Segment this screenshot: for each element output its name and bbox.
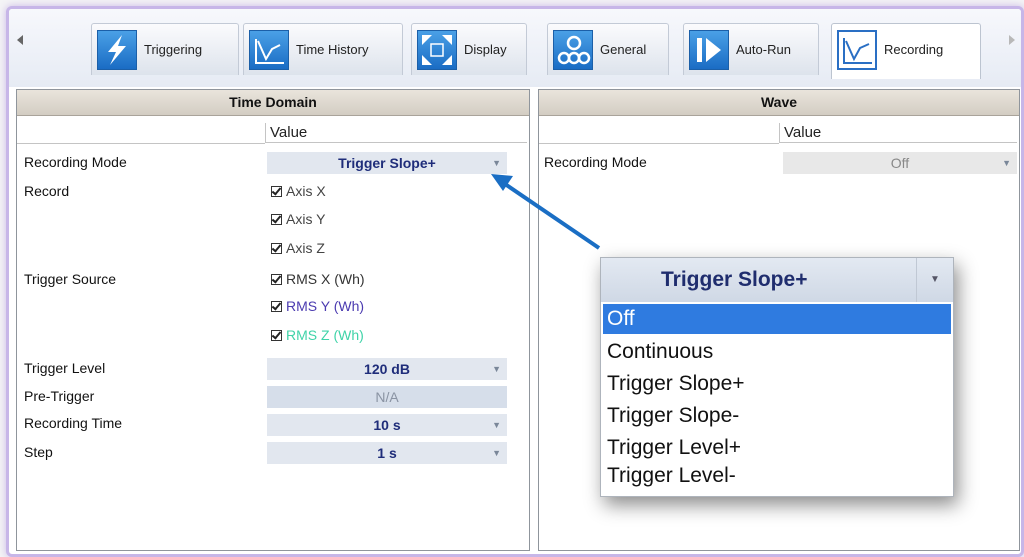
dropdown-option-continuous[interactable]: Continuous <box>603 337 951 367</box>
dropdown-option-trigger-level-plus[interactable]: Trigger Level+ <box>603 433 951 463</box>
dropdown-option-off[interactable]: Off <box>603 304 951 334</box>
chevron-down-icon[interactable]: ▼ <box>916 258 953 302</box>
dropdown-selected-value: Trigger Slope+ <box>661 268 808 291</box>
dropdown-option-trigger-slope-plus[interactable]: Trigger Slope+ <box>603 369 951 399</box>
dropdown-header[interactable]: Trigger Slope+ ▼ <box>601 258 953 302</box>
app-window: Triggering Time History Display General <box>6 6 1024 557</box>
dropdown-option-trigger-level-minus[interactable]: Trigger Level- <box>603 461 951 491</box>
dropdown-option-trigger-slope-minus[interactable]: Trigger Slope- <box>603 401 951 431</box>
recording-mode-dropdown[interactable]: Trigger Slope+ ▼ Off Continuous Trigger … <box>600 257 954 497</box>
